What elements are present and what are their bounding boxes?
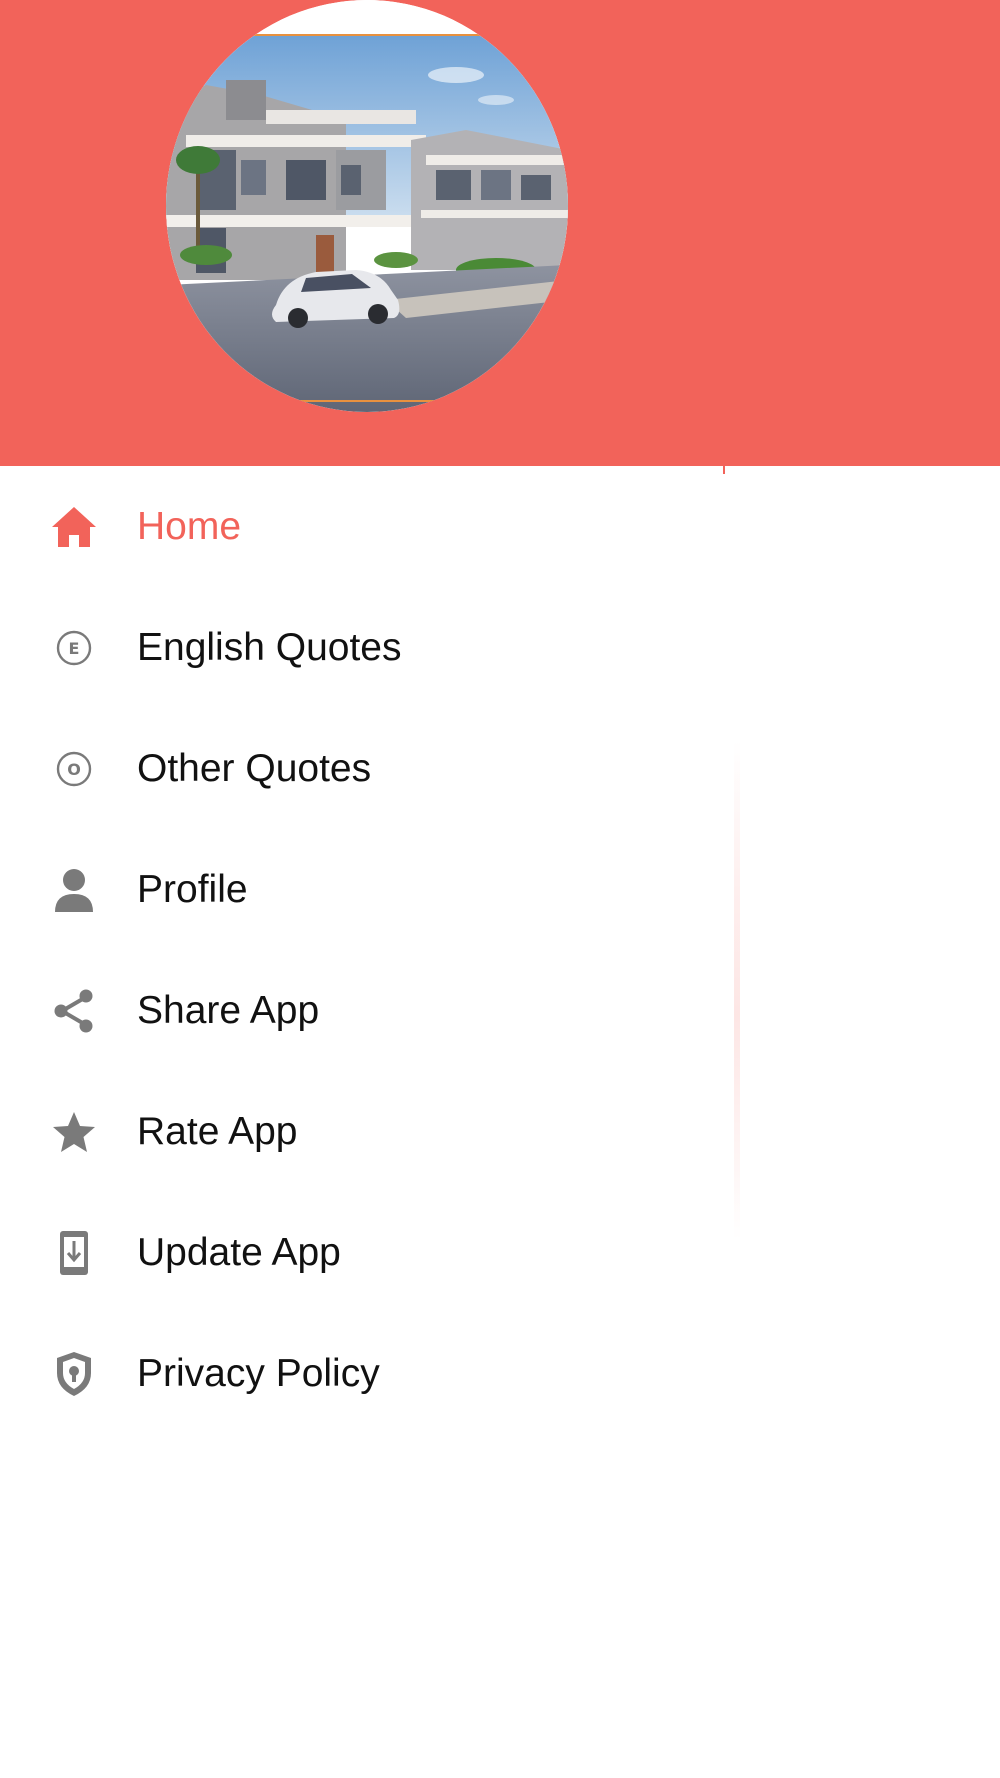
menu-item-label: English Quotes xyxy=(137,625,402,669)
menu-item-share-app[interactable]: Share App xyxy=(0,950,740,1071)
navigation-drawer: Home E English Quotes O Other Quotes Pro… xyxy=(0,0,1000,1778)
letter-e-circle-icon: E xyxy=(50,624,98,672)
menu-item-home[interactable]: Home xyxy=(0,466,740,587)
person-icon xyxy=(50,866,98,914)
menu-item-english-quotes[interactable]: E English Quotes xyxy=(0,587,740,708)
menu-item-label: Other Quotes xyxy=(137,746,372,790)
svg-text:E: E xyxy=(69,639,80,658)
menu-item-privacy-policy[interactable]: Privacy Policy xyxy=(0,1313,740,1434)
menu-item-label: Update App xyxy=(137,1230,341,1274)
letter-o-circle-icon: O xyxy=(50,745,98,793)
menu-item-update-app[interactable]: Update App xyxy=(0,1192,740,1313)
menu-item-label: Profile xyxy=(137,867,248,911)
phone-download-icon xyxy=(50,1229,98,1277)
drawer-menu: Home E English Quotes O Other Quotes Pro… xyxy=(0,466,740,1434)
shield-lock-icon xyxy=(50,1350,98,1398)
home-icon xyxy=(50,503,98,551)
menu-item-label: Rate App xyxy=(137,1109,298,1153)
svg-text:O: O xyxy=(67,760,81,779)
menu-item-other-quotes[interactable]: O Other Quotes xyxy=(0,708,740,829)
house-photo xyxy=(166,0,568,412)
menu-item-label: Privacy Policy xyxy=(137,1351,380,1395)
menu-item-profile[interactable]: Profile xyxy=(0,829,740,950)
star-icon xyxy=(50,1108,98,1156)
drawer-header xyxy=(0,0,1000,466)
share-icon xyxy=(50,987,98,1035)
menu-item-rate-app[interactable]: Rate App xyxy=(0,1071,740,1192)
menu-item-label: Share App xyxy=(137,988,320,1032)
header-avatar[interactable] xyxy=(166,0,568,412)
drawer-edge-shadow xyxy=(734,740,740,1240)
menu-item-label: Home xyxy=(137,504,242,548)
